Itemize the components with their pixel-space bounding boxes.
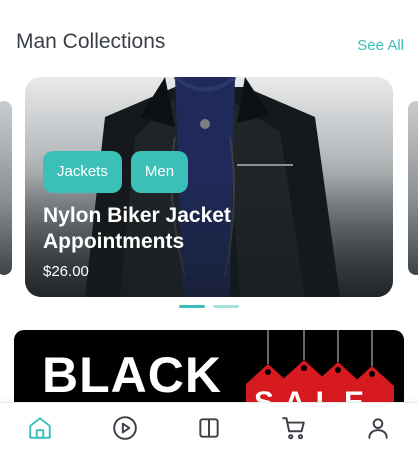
bottom-tab-bar [0,402,418,451]
tag-jackets[interactable]: Jackets [43,151,122,193]
carousel-indicator [179,305,239,308]
section-header: Man Collections See All [0,0,418,70]
banner-headline: BLACK [42,347,222,403]
section-title: Man Collections [16,30,166,53]
tab-cart[interactable] [281,415,307,441]
play-circle-icon [113,416,137,440]
carousel-dot-1[interactable] [179,305,205,308]
carousel-dot-2[interactable] [213,305,239,308]
featured-product-card[interactable]: Jackets Men Nylon Biker Jacket Appointme… [25,77,393,297]
tab-catalog[interactable] [196,415,222,441]
cart-icon [282,417,305,440]
tab-profile[interactable] [365,415,391,441]
book-icon [199,418,219,438]
collection-carousel[interactable]: Jackets Men Nylon Biker Jacket Appointme… [0,77,418,299]
next-card-peek[interactable] [408,101,418,275]
product-tags: Jackets Men [43,151,189,193]
tag-men[interactable]: Men [130,151,189,193]
home-icon [29,417,51,439]
tab-videos[interactable] [112,415,138,441]
product-price: $26.00 [43,263,89,280]
see-all-link[interactable]: See All [357,37,404,54]
user-icon [368,418,388,439]
tab-home[interactable] [27,415,53,441]
previous-card-peek[interactable] [0,101,12,275]
product-title: Nylon Biker Jacket Appointments [43,204,231,253]
